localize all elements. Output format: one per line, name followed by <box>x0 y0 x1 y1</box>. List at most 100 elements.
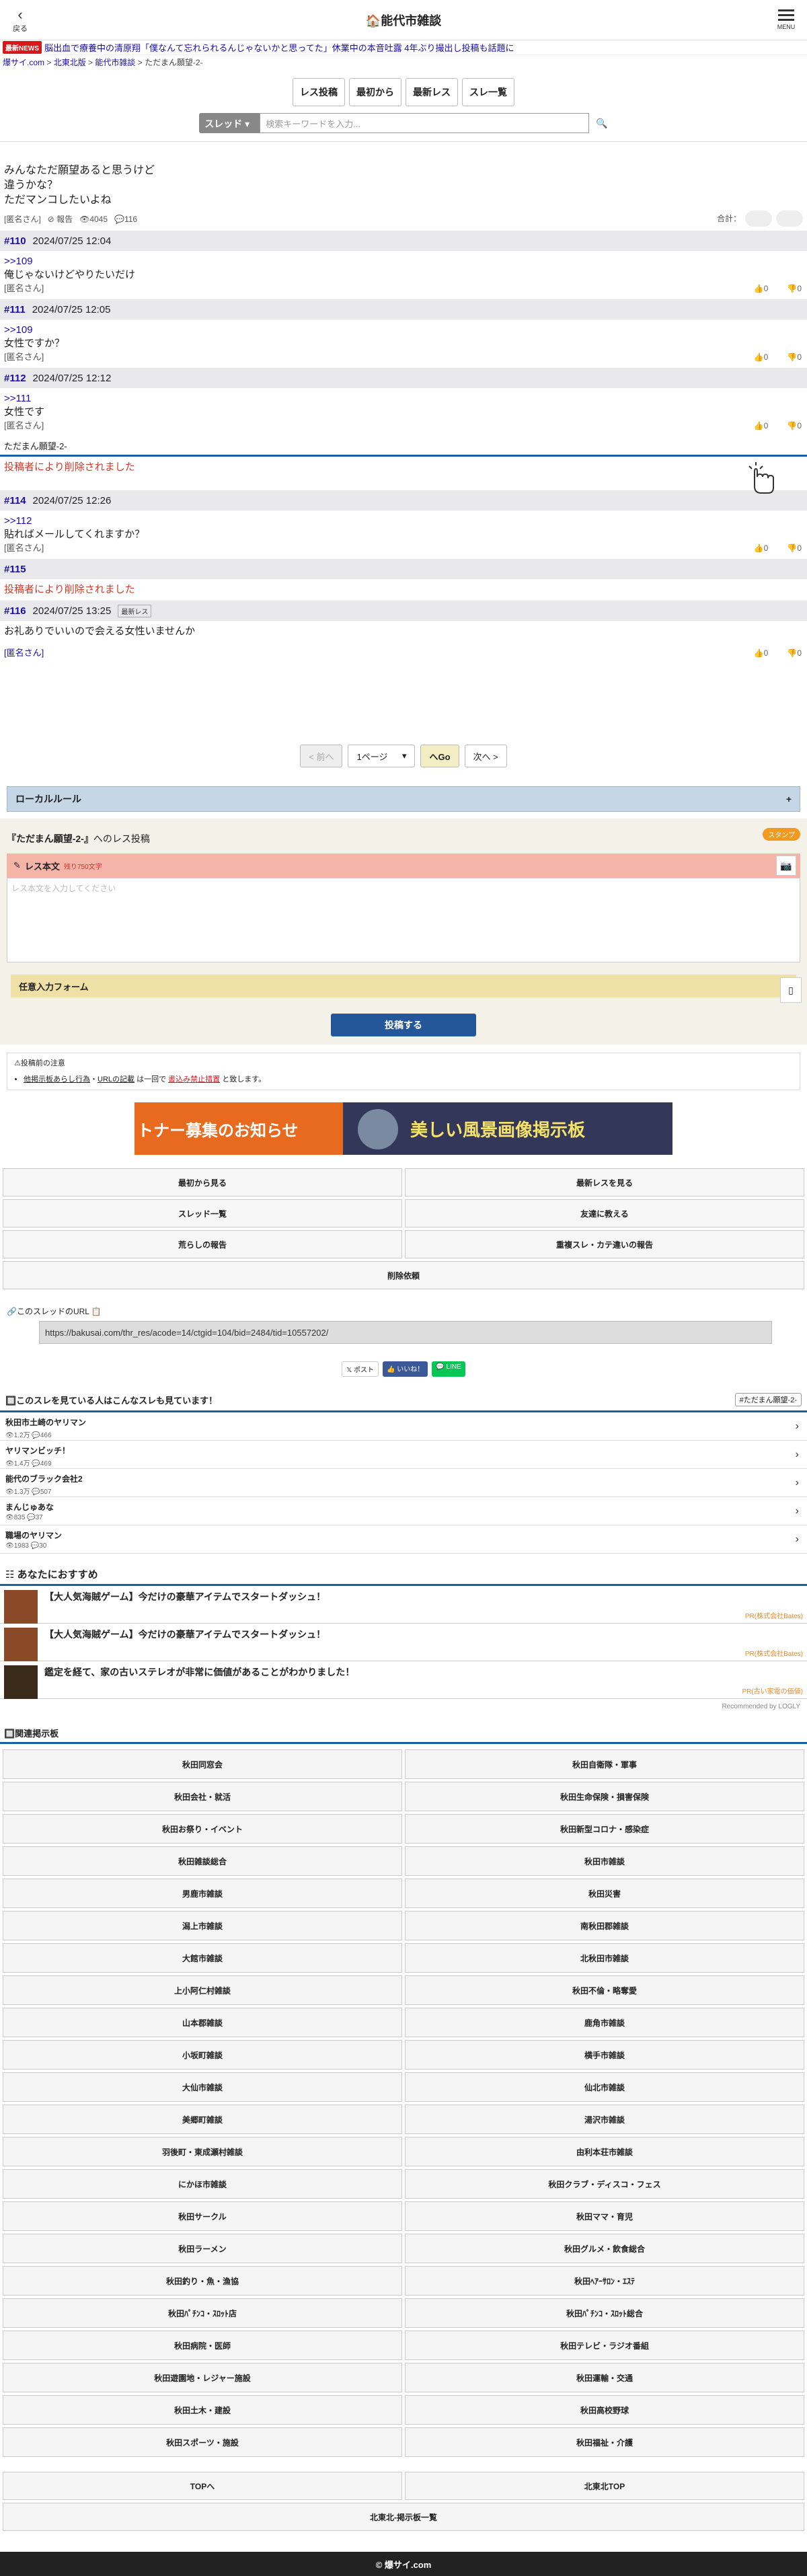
report-spam-button[interactable]: 荒らしの報告 <box>3 1230 402 1258</box>
board-link[interactable]: 秋田釣り・魚・漁協 <box>3 2266 402 2296</box>
board-link[interactable]: 羽後町・東成瀬村雑談 <box>3 2137 402 2166</box>
thumb-up-button[interactable]: 👍0 <box>754 282 769 295</box>
report-duplicate-button[interactable]: 重複スレ・カテ違いの報告 <box>405 1230 804 1258</box>
board-link[interactable]: 秋田ﾍｱｰｻﾛﾝ・ｴｽﾃ <box>405 2266 804 2296</box>
thumb-down-button[interactable]: 👎0 <box>787 282 802 295</box>
board-link[interactable]: 秋田グルメ・飲食総合 <box>405 2234 804 2263</box>
board-link[interactable]: 南秋田郡雑談 <box>405 1911 804 1940</box>
board-link[interactable]: 湯沢市雑談 <box>405 2105 804 2134</box>
board-link[interactable]: にかほ市雑談 <box>3 2169 402 2199</box>
related-thread-item[interactable]: まんじゅあな 👁835 💬37 › <box>0 1497 807 1525</box>
search-input[interactable]: 検索キーワードを入力... <box>260 113 590 133</box>
post-anchor[interactable]: >>109 <box>4 255 803 268</box>
board-link[interactable]: 北秋田市雑談 <box>405 1943 804 1973</box>
board-link[interactable]: 大仙市雑談 <box>3 2072 402 2102</box>
recommend-item[interactable]: 【大人気海賊ゲーム】今だけの豪華アイテムでスタートダッシュ！ PR(株式会社Bat… <box>0 1624 807 1661</box>
view-latest-button[interactable]: 最新レスを見る <box>405 1168 804 1197</box>
optional-form-toggle[interactable]: 任意入力フォーム ▯ <box>11 975 802 1003</box>
from-first-button[interactable]: 最初から <box>349 78 401 106</box>
board-link[interactable]: 秋田不倫・略奪愛 <box>405 1975 804 2005</box>
post-anchor[interactable]: >>112 <box>4 515 803 528</box>
ad-banner[interactable]: トナー募集のお知らせ 美しい風景画像掲示板 <box>134 1102 672 1155</box>
next-page-button[interactable]: 次へ > <box>464 745 507 767</box>
menu-button[interactable]: MENU <box>775 7 798 30</box>
board-link[interactable]: 上小阿仁村雑談 <box>3 1975 402 2005</box>
board-link[interactable]: 男鹿市雑談 <box>3 1879 402 1908</box>
prev-page-button[interactable]: < 前へ <box>300 745 343 767</box>
board-link[interactable]: 秋田サークル <box>3 2201 402 2231</box>
stamp-button[interactable]: スタンプ <box>763 828 800 841</box>
board-link[interactable]: 由利本荘市雑談 <box>405 2137 804 2166</box>
back-button[interactable]: ‹ 戻る <box>8 7 32 34</box>
board-link[interactable]: 美郷町雑談 <box>3 2105 402 2134</box>
related-thread-item[interactable]: 能代のブラック会社2 👁1.3万 💬507 › <box>0 1469 807 1497</box>
board-link[interactable]: 秋田高校野球 <box>405 2395 804 2425</box>
post-number[interactable]: #111 <box>4 304 26 315</box>
board-link[interactable]: 秋田スポーツ・施設 <box>3 2427 402 2457</box>
board-link[interactable]: 秋田福祉・介護 <box>405 2427 804 2457</box>
breadcrumb-board[interactable]: 能代市雑談 <box>95 58 135 67</box>
post-number[interactable]: #114 <box>4 495 26 506</box>
post-number[interactable]: #110 <box>4 235 26 247</box>
recommended-by[interactable]: Recommended by LOGLY <box>0 1699 807 1714</box>
vote-up-button[interactable] <box>745 211 772 227</box>
board-link[interactable]: 秋田市雑談 <box>405 1846 804 1876</box>
board-link[interactable]: 秋田生命保険・損害保険 <box>405 1782 804 1811</box>
region-top-link[interactable]: 北東北TOP <box>405 2472 804 2500</box>
landscape-board-banner[interactable]: 美しい風景画像掲示板 <box>343 1102 672 1155</box>
news-link[interactable]: 脳出血で療養中の清原翔「僕なんて忘れられるんじゃないかと思ってた」休業中の本音吐… <box>44 41 514 54</box>
board-link[interactable]: 鹿角市雑談 <box>405 2008 804 2037</box>
board-link[interactable]: 秋田自衛隊・軍事 <box>405 1749 804 1779</box>
breadcrumb-region[interactable]: 北東北版 <box>54 58 86 67</box>
board-link[interactable]: 秋田ﾊﾟﾁﾝｺ・ｽﾛｯﾄ総合 <box>405 2298 804 2328</box>
thumb-up-button[interactable]: 👍0 <box>754 646 769 660</box>
board-link[interactable]: 秋田新型コロナ・感染症 <box>405 1814 804 1844</box>
board-link[interactable]: 秋田同窓会 <box>3 1749 402 1779</box>
board-link[interactable]: 山本郡雑談 <box>3 2008 402 2037</box>
board-link[interactable]: 秋田土木・建設 <box>3 2395 402 2425</box>
thread-list-link[interactable]: スレッド一覧 <box>3 1199 402 1227</box>
board-link[interactable]: 潟上市雑談 <box>3 1911 402 1940</box>
board-link[interactable]: 横手市雑談 <box>405 2040 804 2070</box>
page-select[interactable]: 1ページ ▾ <box>348 745 416 767</box>
thumb-up-button[interactable]: 👍0 <box>754 350 769 364</box>
recommend-item[interactable]: 【大人気海賊ゲーム】今だけの豪華アイテムでスタートダッシュ！ PR(株式会社Bat… <box>0 1586 807 1624</box>
vote-down-button[interactable] <box>776 211 803 227</box>
thread-tag[interactable]: #ただまん願望-2- <box>734 1393 802 1406</box>
related-thread-item[interactable]: 職場のヤリマン 👁1983 💬30 › <box>0 1525 807 1554</box>
board-link[interactable]: 秋田病院・医師 <box>3 2331 402 2360</box>
board-link[interactable]: 秋田運輸・交通 <box>405 2363 804 2392</box>
board-link[interactable]: 秋田雑談総合 <box>3 1846 402 1876</box>
board-link[interactable]: 秋田テレビ・ラジオ番組 <box>405 2331 804 2360</box>
thumb-down-button[interactable]: 👎0 <box>787 541 802 555</box>
top-link[interactable]: TOPへ <box>3 2472 402 2500</box>
partner-banner[interactable]: トナー募集のお知らせ <box>134 1102 343 1155</box>
report-link[interactable]: ⊘ 報告 <box>48 212 73 227</box>
local-rule-toggle[interactable]: ローカルルール + <box>7 786 800 812</box>
thumb-up-button[interactable]: 👍0 <box>754 419 769 432</box>
tell-friend-button[interactable]: 友達に教える <box>405 1199 804 1227</box>
go-button[interactable]: へGo <box>420 745 459 767</box>
board-list-link[interactable]: 北東北-掲示板一覧 <box>3 2503 804 2531</box>
reply-textarea[interactable]: レス本文を入力してください <box>7 878 800 962</box>
board-link[interactable]: 秋田遊園地・レジャー施設 <box>3 2363 402 2392</box>
thumb-up-button[interactable]: 👍0 <box>754 541 769 555</box>
board-link[interactable]: 秋田災害 <box>405 1879 804 1908</box>
thumb-down-button[interactable]: 👎0 <box>787 419 802 432</box>
delete-request-button[interactable]: 削除依頼 <box>3 1261 804 1289</box>
thread-list-button[interactable]: スレ一覧 <box>462 78 514 106</box>
board-link[interactable]: 秋田ラーメン <box>3 2234 402 2263</box>
side-tool-icon[interactable]: ▯ <box>780 977 802 1003</box>
board-link[interactable]: 仙北市雑談 <box>405 2072 804 2102</box>
line-share-button[interactable]: 💬 LINE <box>432 1361 465 1377</box>
thread-url-field[interactable]: https://bakusai.com/thr_res/acode=14/ctg… <box>39 1321 772 1344</box>
board-link[interactable]: 秋田お祭り・イベント <box>3 1814 402 1844</box>
latest-reply-button[interactable]: 最新レス <box>406 78 458 106</box>
board-link[interactable]: 小坂町雑談 <box>3 2040 402 2070</box>
board-link[interactable]: 秋田会社・就活 <box>3 1782 402 1811</box>
post-number[interactable]: #115 <box>4 564 26 575</box>
recommend-item[interactable]: 鑑定を経て、家の古いステレオが非常に価値があることがわかりました！ PR(古い家電… <box>0 1661 807 1699</box>
thumb-down-button[interactable]: 👎0 <box>787 646 802 660</box>
view-from-first-button[interactable]: 最初から見る <box>3 1168 402 1197</box>
post-number[interactable]: #112 <box>4 373 26 384</box>
